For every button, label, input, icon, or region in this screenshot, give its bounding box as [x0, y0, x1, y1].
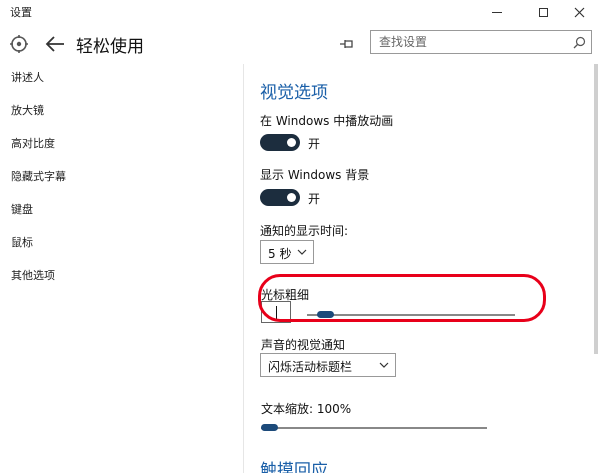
- scrollbar[interactable]: [594, 64, 598, 354]
- notify-time-value: 5 秒: [268, 247, 292, 261]
- maximize-icon: [538, 7, 548, 17]
- close-icon: [574, 7, 584, 17]
- sidebar-item-other-options[interactable]: 其他选项: [11, 267, 55, 283]
- section-title: 视觉选项: [260, 83, 328, 103]
- close-button[interactable]: [556, 0, 600, 24]
- pin-icon[interactable]: [338, 35, 356, 53]
- search-input[interactable]: [379, 34, 565, 50]
- back-arrow-icon[interactable]: [44, 33, 66, 55]
- notify-time-select[interactable]: 5 秒: [260, 240, 314, 264]
- sidebar-item-high-contrast[interactable]: 高对比度: [11, 135, 55, 151]
- text-scale-slider-track[interactable]: [261, 427, 487, 429]
- animations-toggle-state: 开: [308, 137, 321, 151]
- notify-time-label: 通知的显示时间:: [260, 224, 349, 238]
- window-title: 设置: [10, 6, 32, 19]
- sidebar-item-narrator[interactable]: 讲述人: [11, 69, 44, 85]
- page-title: 轻松使用: [76, 37, 144, 57]
- sidebar-item-keyboard[interactable]: 键盘: [11, 201, 33, 217]
- sidebar: 讲述人 放大镜 高对比度 隐藏式字幕 键盘 鼠标 其他选项: [0, 64, 243, 473]
- visual-notify-value: 闪烁活动标题栏: [268, 360, 353, 374]
- settings-gear-icon[interactable]: [8, 33, 30, 55]
- visual-notify-label: 声音的视觉通知: [261, 338, 346, 352]
- sidebar-item-closed-captions[interactable]: 隐藏式字幕: [11, 168, 66, 184]
- chevron-down-icon: [379, 362, 389, 368]
- background-label: 显示 Windows 背景: [260, 168, 370, 182]
- background-toggle[interactable]: [260, 189, 300, 206]
- animations-toggle[interactable]: [260, 134, 300, 151]
- animations-label: 在 Windows 中播放动画: [260, 114, 394, 128]
- sidebar-item-mouse[interactable]: 鼠标: [11, 234, 33, 250]
- text-scale-slider-thumb[interactable]: [261, 424, 278, 431]
- search-box[interactable]: [370, 30, 592, 54]
- minimize-icon: [492, 11, 502, 13]
- search-icon[interactable]: [573, 36, 586, 49]
- main-content: 视觉选项 在 Windows 中播放动画 开 显示 Windows 背景 开 通…: [244, 64, 600, 473]
- text-scale-label: 文本缩放: 100%: [261, 402, 352, 416]
- title-bar: 设置: [0, 0, 600, 24]
- background-toggle-state: 开: [308, 192, 321, 206]
- minimize-button[interactable]: [474, 0, 520, 24]
- visual-notify-select[interactable]: 闪烁活动标题栏: [260, 353, 396, 377]
- next-section-title: 触摸回应: [260, 461, 328, 473]
- page-header: 轻松使用: [0, 24, 600, 64]
- sidebar-item-magnifier[interactable]: 放大镜: [11, 102, 44, 118]
- chevron-down-icon: [297, 249, 307, 255]
- cursor-thickness-highlight: [258, 274, 546, 322]
